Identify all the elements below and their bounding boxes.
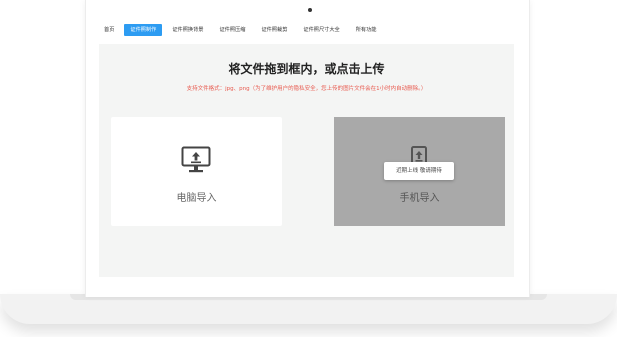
nav-item-home[interactable]: 首页 bbox=[98, 24, 120, 36]
nav-item-size-list[interactable]: 证件照尺寸大全 bbox=[297, 24, 345, 36]
laptop-screen: 首页 证件照制作 证件照换背景 证件照压缩 证件照裁剪 证件照尺寸大全 所有功能… bbox=[85, 0, 530, 297]
upload-drop-zone[interactable]: 将文件拖到框内，或点击上传 支持文件格式：jpg、png（为了维护用户的隐私安全… bbox=[99, 44, 514, 277]
monitor-upload-icon bbox=[181, 146, 211, 173]
nav-item-crop[interactable]: 证件照裁剪 bbox=[255, 24, 293, 36]
coming-soon-tooltip: 近期上线 敬请期待 bbox=[384, 162, 454, 180]
pc-import-label: 电脑导入 bbox=[176, 193, 217, 204]
nav-item-all-features[interactable]: 所有功能 bbox=[350, 24, 383, 36]
top-nav: 首页 证件照制作 证件照换背景 证件照压缩 证件照裁剪 证件照尺寸大全 所有功能 bbox=[98, 24, 386, 36]
camera-dot bbox=[308, 8, 312, 12]
nav-item-id-photo-make[interactable]: 证件照制作 bbox=[124, 24, 163, 36]
upload-title: 将文件拖到框内，或点击上传 bbox=[228, 62, 385, 76]
phone-import-card[interactable]: 近期上线 敬请期待 手机导入 bbox=[334, 117, 505, 226]
nav-item-compress[interactable]: 证件照压缩 bbox=[213, 24, 251, 36]
phone-import-label: 手机导入 bbox=[399, 193, 440, 204]
pc-import-card[interactable]: 电脑导入 bbox=[111, 117, 282, 226]
nav-item-change-background[interactable]: 证件照换背景 bbox=[166, 24, 209, 36]
upload-hint: 支持文件格式：jpg、png（为了维护用户的隐私安全，您上传的图片文件会在1小时… bbox=[186, 86, 427, 92]
